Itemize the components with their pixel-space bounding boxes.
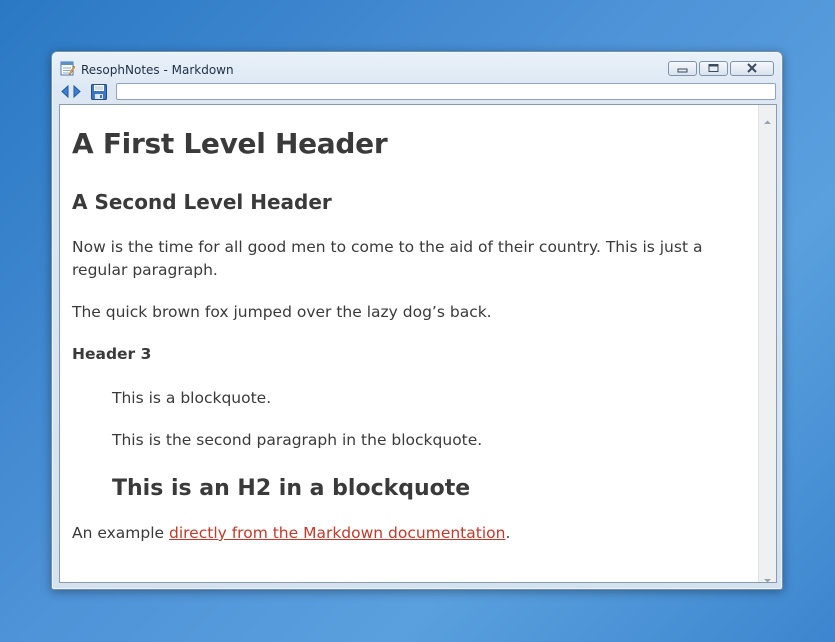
heading-level-1: A First Level Header: [72, 127, 388, 160]
paragraph-quick-fox: The quick brown fox jumped over the lazy…: [72, 303, 492, 321]
example-suffix-text: .: [505, 524, 511, 542]
maximize-icon: [708, 64, 719, 72]
blockquote-heading-level-2: This is an H2 in a blockquote: [112, 476, 471, 501]
paragraph-regular: Now is the time for all good men to come…: [72, 238, 703, 279]
heading-level-2: A Second Level Header: [72, 190, 332, 214]
scroll-down-arrow-icon[interactable]: [763, 569, 772, 582]
app-window: ResophNotes - Markdown A First Level Hea…: [51, 51, 783, 590]
title-bar[interactable]: ResophNotes - Markdown: [52, 52, 782, 82]
forward-arrow-icon[interactable]: [72, 83, 88, 100]
close-icon: [747, 63, 757, 73]
paragraph-example: An example directly from the Markdown do…: [72, 522, 510, 545]
close-button[interactable]: [730, 61, 774, 76]
example-prefix-text: An example: [72, 524, 169, 542]
heading-level-3: Header 3: [72, 345, 152, 363]
markdown-document: A First Level Header A Second Level Head…: [72, 105, 756, 582]
maximize-button[interactable]: [699, 61, 728, 76]
notepad-app-icon: [60, 61, 76, 76]
scroll-up-arrow-icon[interactable]: [763, 111, 772, 124]
minimize-button[interactable]: [668, 61, 697, 76]
minimize-icon: [677, 68, 688, 73]
vertical-scrollbar[interactable]: [758, 105, 776, 582]
markdown-documentation-link[interactable]: directly from the Markdown documentation: [169, 524, 505, 542]
address-input[interactable]: [116, 83, 776, 100]
blockquote-paragraph-2: This is the second paragraph in the bloc…: [112, 431, 483, 449]
blockquote-paragraph-1: This is a blockquote.: [112, 389, 272, 407]
window-title: ResophNotes - Markdown: [81, 63, 234, 77]
preview-pane[interactable]: A First Level Header A Second Level Head…: [59, 104, 777, 583]
caption-buttons: [668, 61, 774, 77]
save-disk-icon[interactable]: [91, 83, 107, 100]
toolbar: [60, 83, 776, 103]
